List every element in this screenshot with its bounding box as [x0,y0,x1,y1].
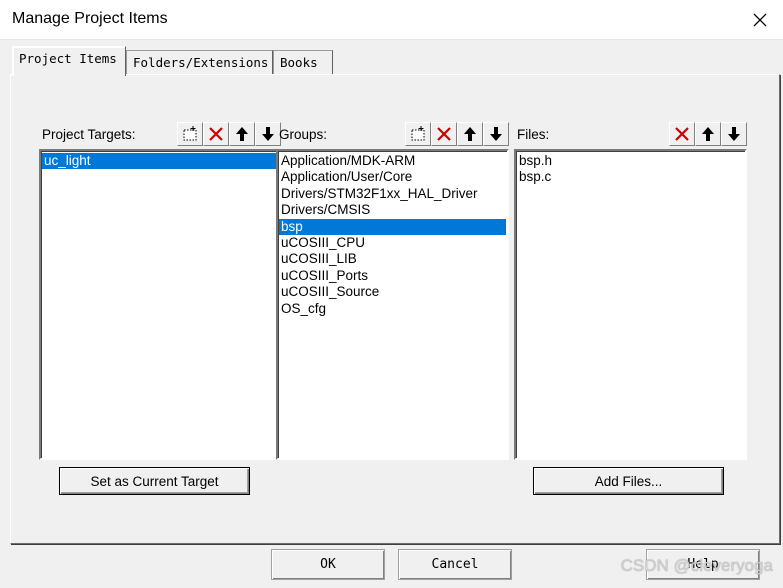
files-label: Files: [517,126,550,142]
list-item[interactable]: Application/MDK-ARM [279,153,506,169]
title-bar: Manage Project Items [0,0,783,40]
tab-strip: Project Items Folders/Extensions Books [0,46,783,76]
list-item[interactable]: uCOSIII_Source [279,284,506,300]
move-target-up-button[interactable] [229,122,255,146]
tab-folders-extensions[interactable]: Folders/Extensions [126,50,273,74]
cancel-button[interactable]: Cancel [398,549,512,580]
delete-x-icon [437,127,451,141]
targets-label: Project Targets: [42,126,136,142]
tab-project-items[interactable]: Project Items [12,46,126,76]
list-item[interactable]: Drivers/CMSIS [279,202,506,218]
new-group-button[interactable] [405,122,431,146]
delete-group-button[interactable] [431,122,457,146]
window-title: Manage Project Items [12,10,168,27]
delete-x-icon [675,127,689,141]
add-files-button[interactable]: Add Files... [533,467,724,495]
list-item[interactable]: uCOSIII_LIB [279,251,506,267]
files-header: Files: [514,121,747,147]
move-up-arrow-icon [702,127,714,141]
move-file-down-button[interactable] [721,122,747,146]
list-item[interactable]: bsp.h [517,153,744,169]
targets-header: Project Targets: [39,121,281,147]
list-item[interactable]: bsp.c [517,169,744,185]
ok-button[interactable]: OK [271,549,385,580]
new-item-icon [183,126,197,141]
move-down-arrow-icon [490,127,502,141]
list-item[interactable]: uCOSIII_CPU [279,235,506,251]
delete-x-icon [209,127,223,141]
new-item-icon [411,126,425,141]
list-item[interactable]: bsp [279,218,506,235]
set-current-target-button[interactable]: Set as Current Target [59,467,250,495]
move-down-arrow-icon [728,127,740,141]
list-item[interactable]: uc_light [42,153,278,170]
delete-target-button[interactable] [203,122,229,146]
list-item[interactable]: Application/User/Core [279,169,506,185]
list-item[interactable]: OS_cfg [279,301,506,317]
move-file-up-button[interactable] [695,122,721,146]
files-listbox[interactable]: bsp.h bsp.c [514,149,747,460]
new-target-button[interactable] [177,122,203,146]
move-group-up-button[interactable] [457,122,483,146]
close-icon [753,13,767,27]
window-close-button[interactable] [737,0,783,40]
targets-listbox[interactable]: uc_light [39,149,281,460]
list-item[interactable]: Drivers/STM32F1xx_HAL_Driver [279,186,506,202]
move-up-arrow-icon [464,127,476,141]
list-item[interactable]: uCOSIII_Ports [279,268,506,284]
groups-label: Groups: [279,126,328,142]
delete-file-button[interactable] [669,122,695,146]
move-down-arrow-icon [262,127,274,141]
move-up-arrow-icon [236,127,248,141]
groups-header: Groups: [276,121,509,147]
groups-listbox[interactable]: Application/MDK-ARM Application/User/Cor… [276,149,509,460]
move-group-down-button[interactable] [483,122,509,146]
tab-books[interactable]: Books [273,50,333,74]
tab-panel-project-items: Project Targets: uc_light Set as Current… [10,74,780,544]
watermark: CSDN @cleveryoga [620,556,773,575]
